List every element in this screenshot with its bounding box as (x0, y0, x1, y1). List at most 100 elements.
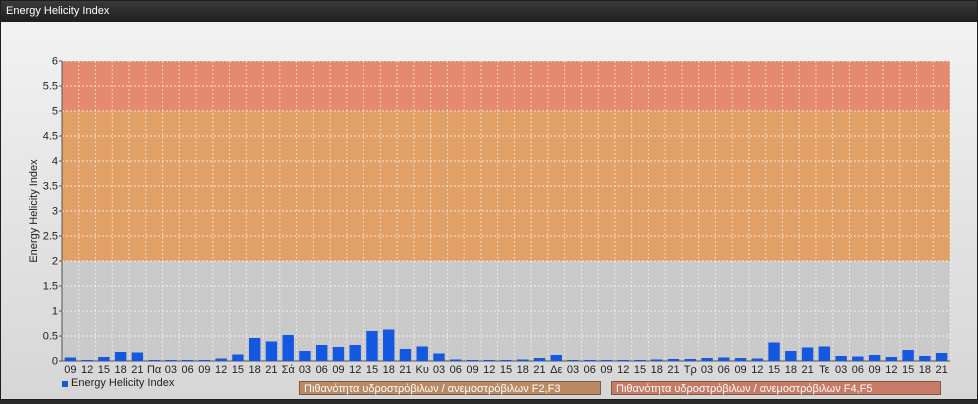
bar (265, 341, 278, 361)
y-tick-label: 0.5 (43, 331, 58, 343)
chart-svg: 0 0.5 1 1.5 2 2.5 3 3.5 4 4.5 5 5.5 6 Energy Helicity… (28, 56, 951, 389)
bar (181, 360, 194, 361)
x-tick-label: 21 (801, 364, 813, 376)
bar (684, 359, 696, 361)
x-tick-label: 15 (98, 364, 110, 376)
x-tick-label: 21 (667, 364, 679, 376)
bar (651, 359, 663, 361)
x-tick-label: 12 (349, 364, 361, 376)
x-tick-label: 18 (919, 364, 931, 376)
x-tick-label: 21 (131, 364, 143, 376)
bar (533, 358, 546, 361)
x-tick-label: 06 (718, 364, 730, 376)
x-tick-label: 09 (332, 364, 344, 376)
bar (483, 360, 495, 361)
y-tick-label: 0 (52, 356, 58, 368)
x-tick-label: 18 (785, 364, 797, 376)
x-tick-label: Τρ (684, 364, 697, 376)
x-tick-label: 12 (885, 364, 897, 376)
x-tick-label: 15 (634, 364, 646, 376)
x-tick-label: 06 (450, 364, 462, 376)
x-tick-label: 06 (584, 364, 596, 376)
bar (801, 347, 814, 361)
bar (114, 352, 127, 361)
bar (818, 346, 831, 361)
bar (885, 357, 898, 361)
bar (734, 358, 747, 361)
bar (751, 358, 764, 361)
x-tick-label: 06 (316, 364, 328, 376)
legend-series-marker (62, 381, 68, 387)
x-tick-label: 15 (500, 364, 512, 376)
x-tick-label: 18 (115, 364, 127, 376)
y-tick-label: 3.5 (43, 181, 58, 193)
x-tick-label: 03 (165, 364, 177, 376)
x-tick-label: 03 (567, 364, 579, 376)
bar (215, 358, 227, 361)
bar (416, 346, 428, 361)
x-tick-label: 09 (868, 364, 880, 376)
x-tick-label: 18 (517, 364, 529, 376)
x-tick-label: 12 (617, 364, 629, 376)
x-tick-label: 06 (852, 364, 864, 376)
x-tick-label: 03 (433, 364, 445, 376)
bar (248, 338, 261, 361)
bar (634, 360, 646, 361)
x-tick-label: 18 (651, 364, 663, 376)
bar (98, 357, 110, 361)
x-tick-label: Κυ (416, 364, 429, 376)
window-title: Energy Helicity Index (1, 1, 977, 22)
bar (768, 342, 780, 361)
x-tick-label: 09 (600, 364, 612, 376)
bar (332, 347, 345, 361)
bar (667, 359, 680, 361)
bar (282, 335, 294, 361)
y-axis-title: Energy Helicity Index (28, 159, 40, 263)
y-tick-label: 1.5 (43, 281, 58, 293)
bar (349, 345, 361, 361)
bar (399, 349, 412, 361)
x-tick-label: Δε (550, 364, 562, 376)
bar (718, 357, 730, 361)
bar (383, 329, 395, 361)
x-tick-label: 21 (935, 364, 947, 376)
x-tick-label: 03 (701, 364, 713, 376)
bar (450, 359, 462, 361)
x-tick-label: 12 (81, 364, 93, 376)
x-tick-label: 03 (835, 364, 847, 376)
bar (600, 360, 613, 361)
bar (550, 355, 562, 361)
bar (868, 355, 881, 361)
legend-band-f4-f5: Πιθανότητα υδροστρόβιλων / ανεμοστρόβιλω… (611, 381, 941, 395)
x-tick-label: 15 (902, 364, 914, 376)
y-tick-label: 5.5 (43, 81, 58, 93)
x-tick-label: 09 (734, 364, 746, 376)
bar (64, 357, 77, 361)
x-tick-label: 12 (215, 364, 227, 376)
x-tick-label: 09 (64, 364, 76, 376)
bar (852, 356, 864, 361)
x-tick-label: 18 (249, 364, 261, 376)
legend-series-label: Energy Helicity Index (71, 377, 175, 389)
y-tick-label: 4 (52, 156, 58, 168)
x-tick-label: 12 (483, 364, 495, 376)
x-tick-label: 21 (399, 364, 411, 376)
x-tick-label: 15 (366, 364, 378, 376)
bar (919, 356, 931, 361)
bar (701, 358, 713, 361)
y-tick-label: 2 (52, 256, 58, 268)
bar (366, 331, 378, 361)
bar (466, 360, 479, 361)
x-tick-label: 21 (265, 364, 277, 376)
x-tick-label: 21 (533, 364, 545, 376)
bar (131, 352, 144, 361)
y-tick-label: 6 (52, 56, 58, 68)
bar (785, 351, 797, 361)
y-tick-label: 1 (52, 306, 58, 318)
bar (935, 353, 948, 361)
legend-band-f2-f3: Πιθανότητα υδροστρόβιλων / ανεμοστρόβιλω… (299, 381, 601, 395)
y-tick-label: 5 (52, 106, 58, 118)
chart-window: Energy Helicity Index 0 0.5 1 1.5 2 2.5 3 3.5 4 4… (0, 0, 978, 400)
bar (316, 345, 328, 361)
x-tick-label: 15 (232, 364, 244, 376)
